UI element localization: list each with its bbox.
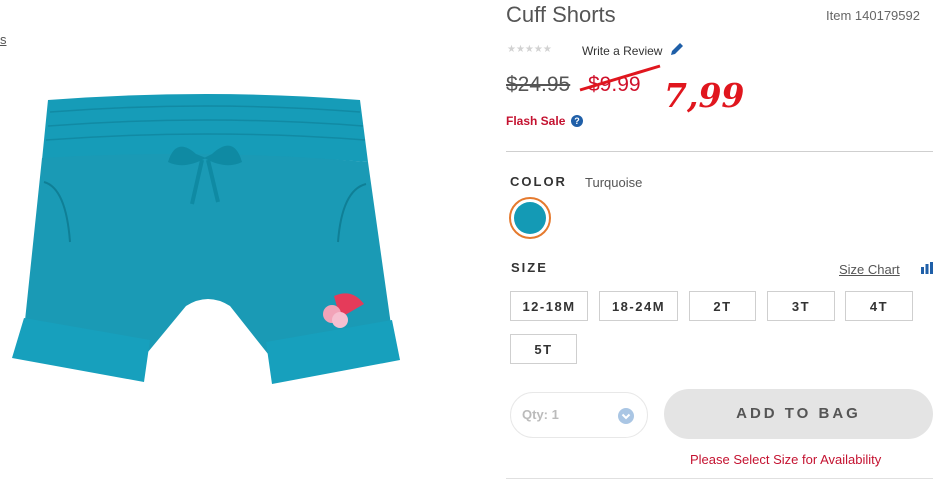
- quantity-value: Qty: 1: [522, 407, 559, 422]
- divider: [506, 478, 933, 479]
- pencil-icon[interactable]: [669, 41, 685, 57]
- availability-message: Please Select Size for Availability: [690, 452, 882, 467]
- size-option-18-24m[interactable]: 18-24M: [599, 291, 678, 321]
- size-option-12-18m[interactable]: 12-18M: [510, 291, 588, 321]
- flash-sale-label: Flash Sale: [506, 114, 566, 128]
- size-option-5t[interactable]: 5T: [510, 334, 577, 364]
- add-to-bag-button[interactable]: ADD TO BAG: [664, 389, 933, 439]
- write-review-link[interactable]: Write a Review: [582, 44, 662, 58]
- strike-annotation: [579, 64, 661, 92]
- size-option-4t[interactable]: 4T: [845, 291, 913, 321]
- swatch-fill: [514, 202, 546, 234]
- color-value: Turquoise: [585, 175, 643, 190]
- size-option-2t[interactable]: 2T: [689, 291, 756, 321]
- breadcrumb-link[interactable]: s: [0, 32, 7, 47]
- question-icon[interactable]: ?: [571, 115, 583, 127]
- color-swatch-turquoise[interactable]: [509, 197, 551, 239]
- item-number: Item 140179592: [826, 8, 920, 23]
- divider: [506, 151, 933, 152]
- color-label: COLOR: [510, 174, 567, 189]
- size-label: SIZE: [511, 260, 548, 275]
- size-chart-link[interactable]: Size Chart: [839, 262, 900, 277]
- star-rating: ★★★★★: [507, 44, 552, 55]
- original-price: $24.95: [506, 73, 571, 96]
- size-option-3t[interactable]: 3T: [767, 291, 835, 321]
- product-title: Cuff Shorts: [506, 2, 616, 27]
- price-annotation: 7,99: [664, 76, 745, 115]
- size-chart-bars-icon[interactable]: [920, 262, 934, 274]
- chevron-down-icon[interactable]: [618, 408, 634, 424]
- quantity-select[interactable]: Qty: 1: [510, 392, 648, 438]
- product-image: [12, 94, 400, 384]
